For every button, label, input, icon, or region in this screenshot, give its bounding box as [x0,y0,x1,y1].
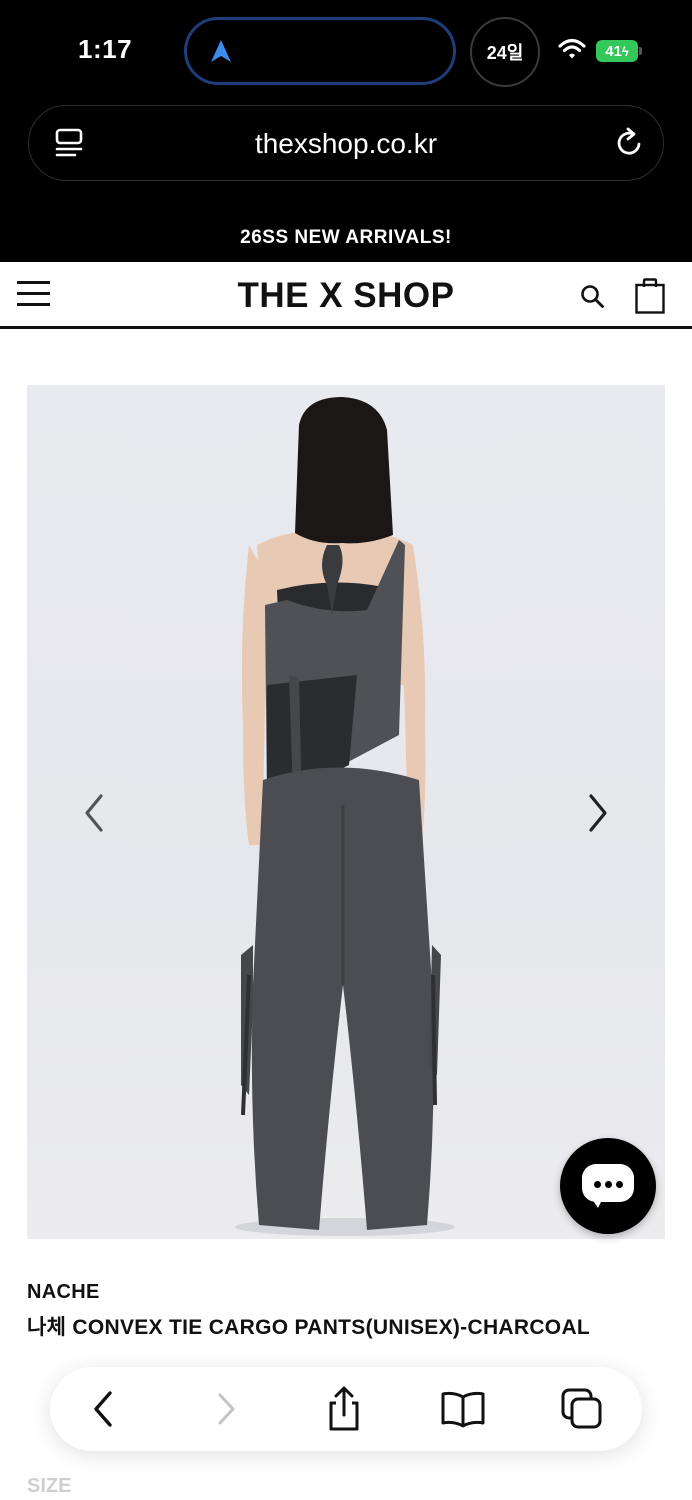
site-header: THE X SHOP [0,262,692,329]
url-bar[interactable]: thexshop.co.kr [28,105,664,181]
chat-bubble-tail [590,1196,604,1208]
wifi-icon [558,38,586,59]
reload-icon[interactable] [615,126,645,158]
tabs-icon [561,1388,602,1429]
dynamic-island[interactable] [184,17,456,85]
tabs-button[interactable] [558,1385,606,1433]
browser-toolbar [50,1367,642,1451]
forward-icon [218,1393,235,1425]
browser-top: thexshop.co.kr [0,100,692,218]
chevron-left-icon[interactable] [79,790,109,836]
share-button[interactable] [320,1385,368,1433]
chat-button[interactable] [560,1138,656,1234]
back-icon [94,1391,112,1427]
status-bar: 1:17 24일 41 ϟ [0,0,692,100]
battery-icon: 41 ϟ [596,40,638,62]
chevron-right-icon[interactable] [583,790,613,836]
size-label: SIZE [27,1475,72,1497]
product-image[interactable] [27,385,665,1239]
battery-cap [639,47,642,55]
forward-button[interactable] [202,1385,250,1433]
product-name: 나체 CONVEX TIE CARGO PANTS(UNISEX)-CHARCO… [27,1316,591,1339]
bookmarks-icon [441,1391,485,1428]
back-button[interactable] [80,1385,128,1433]
battery-level: 41 [605,42,622,60]
model-photo [235,397,455,1236]
navigation-arrow-icon [211,40,231,62]
search-icon[interactable] [580,284,604,308]
status-time: 1:17 [78,34,133,64]
charging-bolt-icon: ϟ [621,43,629,59]
product-brand[interactable]: NACHE [27,1281,100,1304]
bag-icon[interactable] [635,278,665,314]
bookmarks-button[interactable] [439,1385,487,1433]
share-icon [329,1386,359,1431]
date-badge[interactable]: 24일 [470,17,540,87]
url-text[interactable]: thexshop.co.kr [29,128,663,160]
announcement-banner[interactable]: 26SS NEW ARRIVALS! [0,218,692,262]
